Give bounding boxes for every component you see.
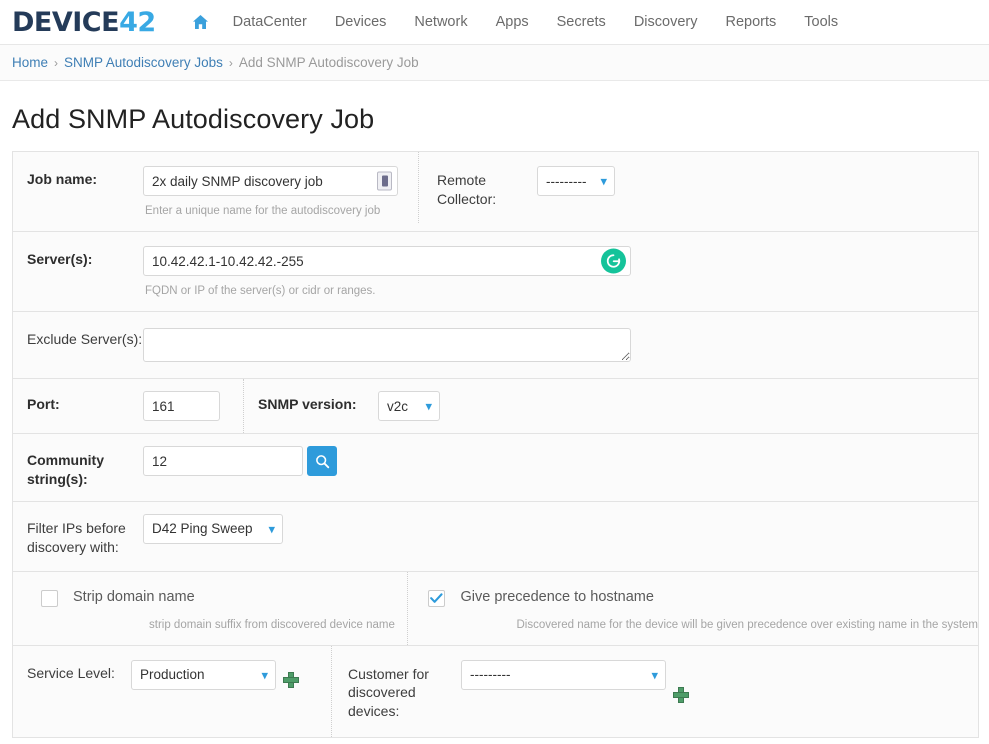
hostname-precedence-cell: Give precedence to hostname Discovered n… [407,571,978,645]
port-label: Port: [27,396,60,412]
strip-domain-cell: Strip domain name strip domain suffix fr… [13,572,407,645]
port-cell: Port: [13,379,243,433]
servers-cell: Server(s): FQDN or IP of the server(s) o… [13,232,978,311]
nav-items: DataCenter Devices Network Apps Secrets … [182,8,852,36]
add-customer-icon[interactable] [673,687,689,704]
breadcrumb-current: Add SNMP Autodiscovery Job [238,55,419,70]
exclude-servers-textarea[interactable] [143,328,631,362]
service-level-cell: Service Level: Production ▾ [13,646,331,706]
job-name-input[interactable] [143,166,398,196]
remote-collector-select[interactable]: --------- [537,166,615,196]
strip-domain-checkbox[interactable] [41,589,58,607]
filter-ips-select[interactable]: D42 Ping Sweep [143,513,283,544]
nav-item-network[interactable]: Network [400,8,481,36]
remote-collector-cell: Remote Collector: --------- ▾ [418,152,978,223]
nav-item-apps[interactable]: Apps [482,8,543,36]
breadcrumb-separator-2: › [228,55,233,70]
customer-select-wrap: --------- ▾ [461,659,666,690]
servers-input-holder [143,246,631,276]
exclude-servers-label: Exclude Server(s): [27,331,143,347]
exclude-servers-cell: Exclude Server(s): [13,312,978,378]
form-row-checkboxes: Strip domain name strip domain suffix fr… [13,571,978,646]
filter-ips-select-wrap: D42 Ping Sweep ▾ [143,513,283,544]
hostname-precedence-label: Give precedence to hostname [460,588,654,605]
nav-item-reports[interactable]: Reports [711,8,790,36]
snmp-version-select[interactable]: v2c [378,391,440,421]
servers-input[interactable] [143,246,631,276]
remote-collector-label: Remote Collector: [437,172,497,207]
form-row-community-strings: Community string(s): [13,434,978,502]
community-strings-cell: Community string(s): [13,434,978,501]
autofill-icon[interactable] [377,171,392,191]
add-service-level-icon[interactable] [283,671,299,688]
breadcrumb-snmp-jobs[interactable]: SNMP Autodiscovery Jobs [64,55,223,70]
filter-ips-label: Filter IPs before discovery with: [27,519,126,555]
job-name-help: Enter a unique name for the autodiscover… [145,205,381,217]
service-level-select-wrap: Production ▾ [131,659,276,690]
form-row-service-level: Service Level: Production ▾ Customer for… [13,645,978,739]
community-strings-search-button[interactable] [307,446,337,476]
customer-label: Customer for discovered devices: [348,665,429,720]
form-row-filter-ips: Filter IPs before discovery with: D42 Pi… [13,501,978,572]
filter-ips-cell: Filter IPs before discovery with: D42 Pi… [13,502,978,571]
hostname-precedence-checkbox[interactable] [428,589,446,607]
community-strings-label: Community string(s): [27,452,104,487]
job-name-label: Job name: [27,171,98,187]
service-level-label: Service Level: [27,664,115,681]
job-name-cell: Job name: Enter a unique name for the au… [13,152,418,231]
snmp-version-label: SNMP version: [258,396,357,412]
form-row-port: Port: SNMP version: v2c ▾ [13,379,978,434]
servers-label: Server(s): [27,251,93,267]
nav-item-discovery[interactable]: Discovery [620,8,712,36]
service-level-select[interactable]: Production [131,659,276,690]
strip-domain-help: strip domain suffix from discovered devi… [149,618,395,631]
nav-item-datacenter[interactable]: DataCenter [219,8,321,36]
logo-text-42: 42 [119,6,156,38]
job-name-input-holder [143,166,398,196]
form-row-exclude-servers: Exclude Server(s): [13,312,978,379]
servers-help: FQDN or IP of the server(s) or cidr or r… [145,285,376,297]
form-row-job-name: Job name: Enter a unique name for the au… [13,152,978,232]
job-name-field-wrap: Enter a unique name for the autodiscover… [143,166,398,217]
strip-domain-col: Strip domain name strip domain suffix fr… [41,588,395,631]
home-icon[interactable] [182,8,219,36]
logo-text-e: E [101,6,120,38]
grammarly-refresh-icon[interactable] [601,248,626,274]
form-row-servers: Server(s): FQDN or IP of the server(s) o… [13,232,978,312]
strip-domain-row[interactable]: Strip domain name [41,588,395,607]
breadcrumb-home[interactable]: Home [12,55,48,70]
nav-item-secrets[interactable]: Secrets [543,8,620,36]
nav-item-tools[interactable]: Tools [790,8,852,36]
community-strings-input[interactable] [143,446,303,476]
nav-item-devices[interactable]: Devices [321,8,401,36]
strip-domain-label: Strip domain name [73,588,195,605]
servers-field-wrap: FQDN or IP of the server(s) or cidr or r… [143,246,631,297]
hostname-precedence-col: Give precedence to hostname Discovered n… [428,588,978,631]
customer-cell: Customer for discovered devices: -------… [331,645,978,738]
top-navigation-bar: DEVICE42 DataCenter Devices Network Apps… [0,0,989,45]
remote-collector-select-wrap: --------- ▾ [537,166,615,196]
logo-text-dark: DEVIC [12,6,102,38]
page-title: Add SNMP Autodiscovery Job [12,104,375,134]
snmp-job-form: Job name: Enter a unique name for the au… [12,151,979,739]
snmp-version-select-wrap: v2c ▾ [378,391,440,421]
snmp-version-cell: SNMP version: v2c ▾ [243,379,978,433]
device42-logo[interactable]: DEVICE42 [12,9,156,36]
port-input[interactable] [143,391,220,421]
breadcrumb: Home › SNMP Autodiscovery Jobs › Add SNM… [0,45,989,81]
breadcrumb-separator: › [54,55,59,70]
hostname-precedence-help: Discovered name for the device will be g… [516,618,978,631]
hostname-precedence-row[interactable]: Give precedence to hostname [428,588,978,607]
customer-select[interactable]: --------- [461,659,666,690]
